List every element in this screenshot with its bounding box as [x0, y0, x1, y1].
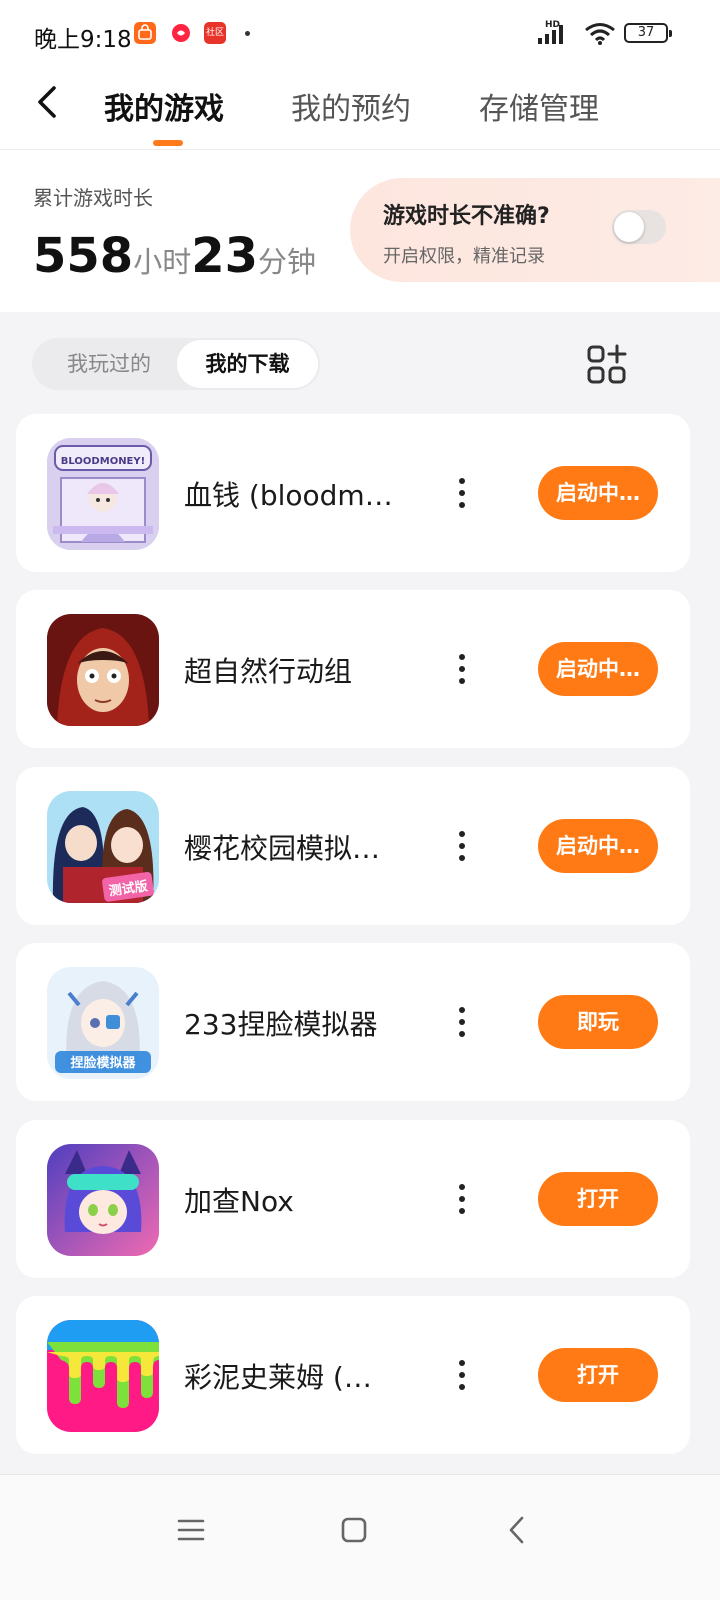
- signal-icon: [538, 25, 563, 44]
- more-options-icon[interactable]: [448, 1174, 476, 1224]
- game-list-item[interactable]: 彩泥史莱姆 (… 打开: [16, 1296, 690, 1454]
- status-time: 晚上9:18: [34, 27, 132, 53]
- segment-played[interactable]: 我玩过的: [40, 338, 178, 390]
- game-list-item[interactable]: BLOODMONEY! 血钱 (bloodm… 启动中…: [16, 414, 690, 572]
- segment-downloads[interactable]: 我的下载: [177, 340, 318, 388]
- slime-game-icon[interactable]: [47, 1320, 159, 1432]
- face-sim-logo-text: 捏脸模拟器: [70, 1055, 136, 1071]
- game-list-item[interactable]: 加查Nox 打开: [16, 1120, 690, 1278]
- playtime-hours: 558: [33, 228, 134, 284]
- back-triangle-icon[interactable]: [492, 1505, 542, 1555]
- bloodmoney-logo-text: BLOODMONEY!: [61, 456, 145, 467]
- bloodmoney-game-icon[interactable]: BLOODMONEY!: [47, 438, 159, 550]
- game-name: 血钱 (bloodm…: [184, 479, 393, 512]
- tab-my-games[interactable]: 我的游戏: [104, 84, 224, 128]
- launch-button[interactable]: 启动中…: [538, 642, 658, 696]
- community-app-icon: 社区: [204, 22, 226, 44]
- sakura-school-game-icon[interactable]: 测试版: [47, 791, 159, 903]
- game-name: 加查Nox: [184, 1185, 294, 1218]
- game-name: 超自然行动组: [184, 655, 353, 688]
- game-list-item[interactable]: 捏脸模拟器 233捏脸模拟器 即玩: [16, 943, 690, 1101]
- open-button[interactable]: 打开: [538, 1348, 658, 1402]
- game-name: 彩泥史莱姆 (…: [184, 1361, 372, 1394]
- more-options-icon[interactable]: [448, 1350, 476, 1400]
- wifi-icon: [585, 23, 615, 45]
- supernatural-game-icon[interactable]: [47, 614, 159, 726]
- game-list-item[interactable]: 测试版 樱花校园模拟… 启动中…: [16, 767, 690, 925]
- toggle-knob: [614, 212, 644, 242]
- open-button[interactable]: 打开: [538, 1172, 658, 1226]
- tab-storage-management[interactable]: 存储管理: [479, 84, 599, 128]
- playtime-minutes-unit: 分钟: [258, 245, 317, 279]
- instant-play-button[interactable]: 即玩: [538, 995, 658, 1049]
- back-button[interactable]: [28, 82, 68, 122]
- playtime-permission-card[interactable]: 游戏时长不准确? 开启权限，精准记录: [350, 178, 720, 282]
- gacha-nox-game-icon[interactable]: [47, 1144, 159, 1256]
- launch-button[interactable]: 启动中…: [538, 466, 658, 520]
- launch-button[interactable]: 启动中…: [538, 819, 658, 873]
- grid-add-icon[interactable]: [586, 344, 628, 386]
- battery-icon: 37: [624, 23, 672, 43]
- tab-my-reservations[interactable]: 我的预约: [291, 84, 411, 128]
- more-options-icon[interactable]: [448, 821, 476, 871]
- game-name: 233捏脸模拟器: [184, 1008, 378, 1041]
- home-square-icon[interactable]: [329, 1505, 379, 1555]
- menu-icon[interactable]: [166, 1505, 216, 1555]
- status-bar: 晚上9:18 社区 HD 37: [0, 0, 720, 68]
- playtime-label: 累计游戏时长: [33, 186, 153, 210]
- face-sim-game-icon[interactable]: 捏脸模拟器: [47, 967, 159, 1079]
- taobao-app-icon: [134, 22, 156, 44]
- more-options-icon[interactable]: [448, 468, 476, 518]
- more-options-icon[interactable]: [448, 644, 476, 694]
- top-header: 我的游戏 我的预约 存储管理: [0, 68, 720, 150]
- game-name: 樱花校园模拟…: [184, 832, 381, 865]
- system-nav-bar: [0, 1474, 720, 1600]
- more-options-icon[interactable]: [448, 997, 476, 1047]
- playtime-hours-unit: 小时: [133, 245, 192, 279]
- playtime-value: 558小时23分钟: [33, 228, 316, 284]
- list-filter-segment: 我玩过的 我的下载: [32, 338, 320, 390]
- permission-toggle[interactable]: [612, 210, 666, 244]
- notification-dot-icon: [245, 31, 250, 36]
- playtime-minutes: 23: [191, 228, 259, 284]
- permission-card-title: 游戏时长不准确?: [383, 204, 550, 229]
- game-list-item[interactable]: 超自然行动组 启动中…: [16, 590, 690, 748]
- permission-card-subtitle: 开启权限，精准记录: [383, 246, 545, 267]
- playtime-panel: 累计游戏时长 558小时23分钟 游戏时长不准确? 开启权限，精准记录: [0, 150, 720, 312]
- xiaohongshu-app-icon: [170, 22, 192, 44]
- active-tab-indicator: [153, 140, 183, 146]
